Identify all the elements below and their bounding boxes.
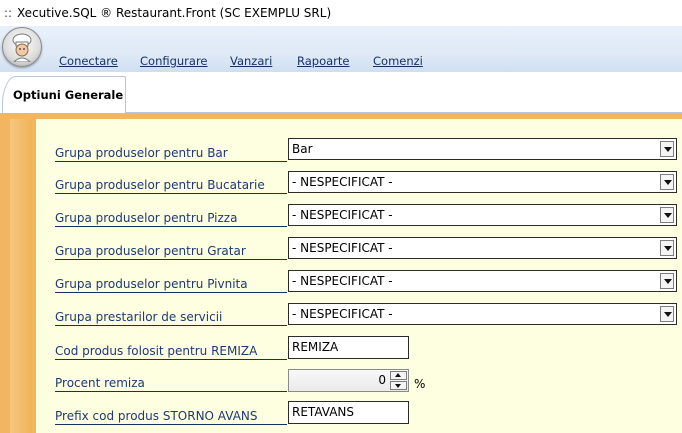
chevron-down-icon[interactable]: [660, 174, 674, 190]
menu-comenzi[interactable]: Comenzi: [373, 54, 423, 68]
chevron-up-icon[interactable]: [390, 371, 407, 380]
chevron-down-icon[interactable]: [660, 141, 674, 157]
label-grupa-servicii: Grupa prestarilor de servicii: [55, 309, 287, 326]
app-menu-button[interactable]: [2, 27, 42, 67]
label-grupa-bar: Grupa produselor pentru Bar: [55, 145, 287, 162]
menu-vanzari[interactable]: Vanzari: [230, 54, 272, 68]
input-cod-remiza[interactable]: REMIZA: [288, 336, 409, 359]
chevron-down-icon[interactable]: [660, 273, 674, 289]
stepper-procent-remiza[interactable]: 0: [288, 369, 409, 392]
select-grupa-gratar[interactable]: - NESPECIFICAT -: [288, 237, 677, 259]
label-grupa-gratar: Grupa produselor pentru Gratar: [55, 243, 287, 260]
stepper-value: 0: [378, 373, 386, 387]
menu-rapoarte[interactable]: Rapoarte: [297, 54, 349, 68]
input-value: REMIZA: [292, 340, 339, 354]
select-grupa-pivnita[interactable]: - NESPECIFICAT -: [288, 270, 677, 292]
input-prefix-storno[interactable]: RETAVANS: [288, 401, 409, 424]
select-value: - NESPECIFICAT -: [292, 208, 393, 222]
label-grupa-pivnita: Grupa produselor pentru Pivnita: [55, 276, 287, 293]
label-grupa-bucatarie: Grupa produselor pentru Bucatarie: [55, 177, 287, 194]
percent-unit: %: [414, 377, 426, 391]
select-value: - NESPECIFICAT -: [292, 274, 393, 288]
chevron-down-icon[interactable]: [660, 306, 674, 322]
title-bar: :: Xecutive.SQL ® Restaurant.Front (SC E…: [0, 0, 682, 26]
select-grupa-pizza[interactable]: - NESPECIFICAT -: [288, 204, 677, 226]
select-value: Bar: [292, 142, 313, 156]
label-cod-remiza: Cod produs folosit pentru REMIZA: [55, 343, 287, 360]
select-grupa-servicii[interactable]: - NESPECIFICAT -: [288, 303, 677, 325]
chevron-down-icon[interactable]: [390, 381, 407, 390]
left-side-bar: [10, 119, 32, 433]
select-value: - NESPECIFICAT -: [292, 307, 393, 321]
label-prefix-storno: Prefix cod produs STORNO AVANS: [55, 408, 287, 425]
menu-configurare[interactable]: Configurare: [140, 54, 208, 68]
tab-label: Optiuni Generale: [13, 88, 124, 102]
chevron-down-icon[interactable]: [660, 240, 674, 256]
select-grupa-bucatarie[interactable]: - NESPECIFICAT -: [288, 171, 677, 193]
chef-icon: [12, 33, 32, 62]
select-value: - NESPECIFICAT -: [292, 241, 393, 255]
input-value: RETAVANS: [292, 405, 355, 419]
label-procent-remiza: Procent remiza: [55, 375, 287, 392]
chevron-down-icon[interactable]: [660, 207, 674, 223]
select-grupa-bar[interactable]: Bar: [288, 138, 677, 160]
window-grip-icon[interactable]: ::: [4, 0, 12, 26]
stepper-buttons: [390, 371, 407, 390]
menu-conectare[interactable]: Conectare: [59, 54, 118, 68]
label-grupa-pizza: Grupa produselor pentru Pizza: [55, 210, 287, 227]
window-title: Xecutive.SQL ® Restaurant.Front (SC EXEM…: [17, 6, 332, 20]
select-value: - NESPECIFICAT -: [292, 175, 393, 189]
tab-optiuni-generale[interactable]: Optiuni Generale: [2, 76, 126, 113]
